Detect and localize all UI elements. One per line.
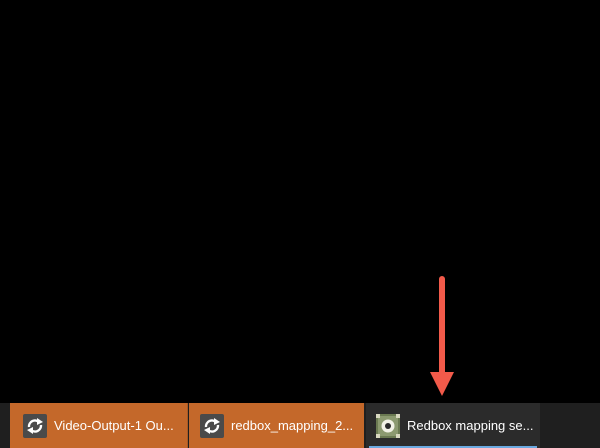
- redbox-app-icon: [376, 413, 400, 438]
- taskbar-item-label: Redbox mapping se...: [407, 418, 534, 433]
- taskbar: Video-Output-1 Ou... redbox_mapping_2...: [0, 403, 600, 448]
- taskbar-item-label: Video-Output-1 Ou...: [54, 418, 174, 433]
- desktop: Video-Output-1 Ou... redbox_mapping_2...: [0, 0, 600, 448]
- sync-app-icon: [23, 413, 47, 438]
- taskbar-item-video-output[interactable]: Video-Output-1 Ou...: [10, 403, 188, 448]
- down-arrow-icon: [430, 276, 454, 396]
- taskbar-item-redbox-mapping-settings[interactable]: Redbox mapping se...: [366, 403, 540, 448]
- sync-app-icon: [200, 413, 224, 438]
- taskbar-item-label: redbox_mapping_2...: [231, 418, 354, 433]
- taskbar-item-redbox-mapping-file[interactable]: redbox_mapping_2...: [189, 403, 364, 448]
